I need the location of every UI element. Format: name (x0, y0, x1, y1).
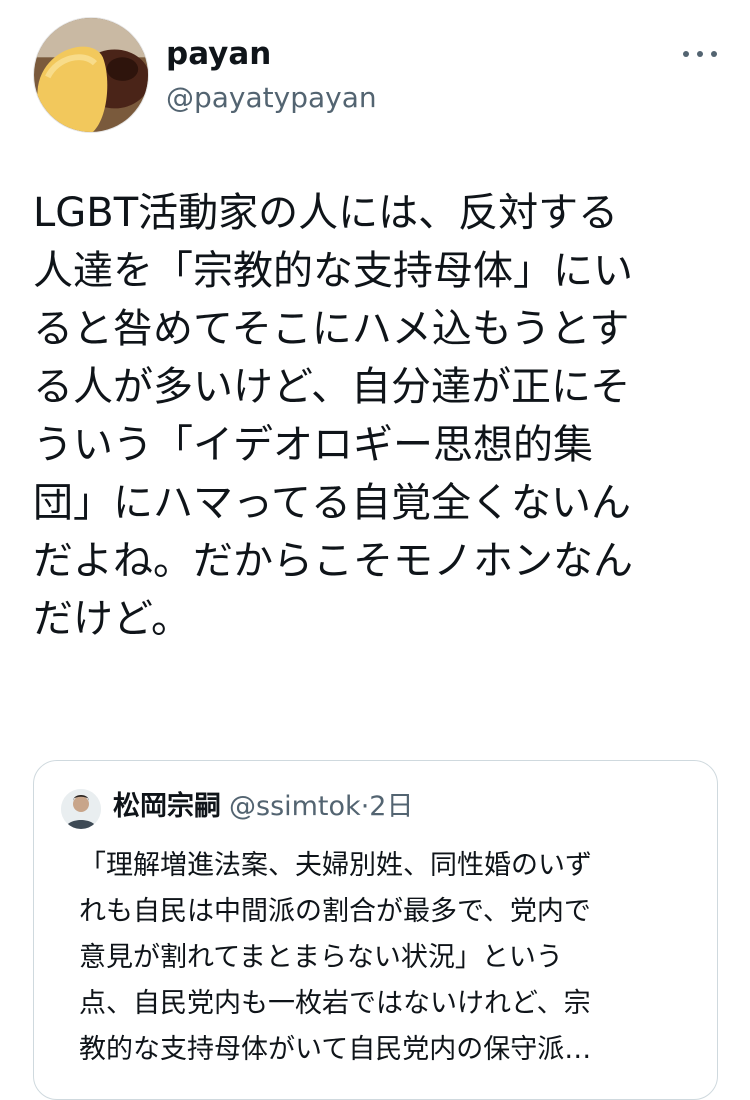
separator-dot: · (360, 791, 370, 822)
tweet-line: だよね。だからこそモノホンなん (33, 538, 633, 584)
author-name[interactable]: payan (166, 34, 271, 74)
quoted-tweet-text: 「理解増進法案、夫婦別姓、同性婚のいず れも自民は中間派の割合が最多で、党内で … (79, 843, 704, 1073)
quoted-tweet-card[interactable]: 松岡宗嗣 @ssimtok·2日 「理解増進法案、夫婦別姓、同性婚のいず れも自民… (33, 760, 718, 1100)
person-photo-avatar (61, 789, 101, 829)
more-horizontal-icon-dot (697, 51, 703, 57)
quoted-tweet-line: 点、自民党内も一枚岩ではないけれど、宗 (79, 988, 591, 1019)
omelette-photo-avatar (34, 18, 148, 132)
more-horizontal-icon-dot (711, 51, 717, 57)
tweet-line: ると咎めてそこにハメ込もうとす (33, 306, 630, 352)
quoted-tweet-line: 意見が割れてまとまらない状況」という (79, 942, 563, 973)
more-options-button[interactable] (678, 40, 722, 68)
author-handle[interactable]: @payatypayan (166, 80, 377, 116)
more-horizontal-icon (683, 51, 689, 57)
tweet-line: だけど。 (33, 596, 191, 642)
quoted-author-avatar (61, 789, 101, 829)
quoted-tweet-time: 2日 (369, 791, 414, 822)
quoted-tweet-header: 松岡宗嗣 @ssimtok·2日 (113, 787, 413, 827)
quoted-author-handle: @ssimtok (229, 791, 361, 822)
quoted-tweet-line: 「理解増進法案、夫婦別姓、同性婚のいず (79, 850, 592, 881)
tweet-line: LGBT活動家の人には、反対する (33, 190, 619, 236)
quoted-tweet-line: れも自民は中間派の割合が最多で、党内で (79, 896, 591, 927)
author-avatar[interactable] (33, 17, 149, 133)
tweet-line: 団」にハマってる自覚全くないん (33, 480, 631, 526)
tweet-text: LGBT活動家の人には、反対する 人達を「宗教的な支持母体」にい ると咎めてそこ… (33, 184, 723, 648)
tweet-line: る人が多いけど、自分達が正にそ (33, 364, 631, 410)
tweet-line: ういう「イデオロギー思想的集 (33, 422, 593, 468)
quoted-tweet-line: 教的な支持母体がいて自民党内の保守派… (79, 1034, 592, 1065)
tweet-line: 人達を「宗教的な支持母体」にい (33, 248, 633, 294)
quoted-author-name: 松岡宗嗣 (113, 791, 221, 822)
